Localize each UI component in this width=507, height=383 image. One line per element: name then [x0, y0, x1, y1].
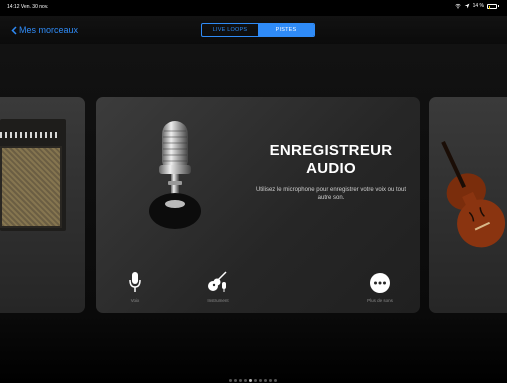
- chevron-left-icon: [11, 25, 17, 35]
- instrument-label: Instrument: [207, 298, 229, 303]
- voice-label: Voix: [130, 298, 140, 303]
- back-label: Mes morceaux: [19, 25, 79, 35]
- segment-pistes[interactable]: PISTES: [258, 24, 314, 36]
- page-dot: [244, 379, 247, 382]
- status-bar: 14:12 Ven. 30 nov. 14 %: [0, 0, 507, 16]
- battery-icon: [487, 3, 499, 9]
- violin-image: [441, 141, 506, 248]
- page-dot: [254, 379, 257, 382]
- microphone-icon: [129, 272, 141, 292]
- location-icon: [464, 3, 469, 9]
- back-button[interactable]: Mes morceaux: [11, 25, 78, 35]
- battery-percent: 14 %: [472, 3, 484, 9]
- guitar-mic-icon: [208, 271, 227, 292]
- instrument-carousel: ENREGISTREUR AUDIO Utilisez le microphon…: [0, 44, 507, 383]
- page-dot: [269, 379, 272, 382]
- amp-card[interactable]: [0, 97, 85, 313]
- top-bar: Mes morceaux LIVE LOOPS PISTES: [0, 16, 507, 44]
- card-description: Utilisez le microphone pour enregistrer …: [255, 187, 407, 201]
- microphone-illustration: [149, 121, 201, 229]
- violin-card[interactable]: [429, 97, 507, 313]
- page-dot: [264, 379, 267, 382]
- more-icon: [370, 273, 390, 293]
- view-segmented-control: LIVE LOOPS PISTES: [201, 23, 315, 37]
- status-time-date: 14:12 Ven. 30 nov.: [7, 4, 49, 10]
- page-dot: [259, 379, 262, 382]
- segment-live-loops[interactable]: LIVE LOOPS: [202, 24, 258, 36]
- page-indicator: [229, 379, 277, 382]
- amp-image: [0, 119, 66, 231]
- instrument-button[interactable]: Instrument: [193, 269, 243, 303]
- page-dot: [239, 379, 242, 382]
- card-title: ENREGISTREUR AUDIO: [269, 142, 393, 177]
- status-right: 14 %: [454, 3, 499, 9]
- more-sounds-label: Plus de sons: [367, 298, 393, 303]
- page-dot: [229, 379, 232, 382]
- voice-button[interactable]: Voix: [110, 269, 160, 303]
- page-dot: [274, 379, 277, 382]
- wifi-icon: [454, 3, 461, 9]
- page-dot: [234, 379, 237, 382]
- audio-recorder-card[interactable]: ENREGISTREUR AUDIO Utilisez le microphon…: [96, 97, 420, 313]
- page-dot: [249, 379, 252, 382]
- more-sounds-button[interactable]: Plus de sons: [355, 269, 405, 303]
